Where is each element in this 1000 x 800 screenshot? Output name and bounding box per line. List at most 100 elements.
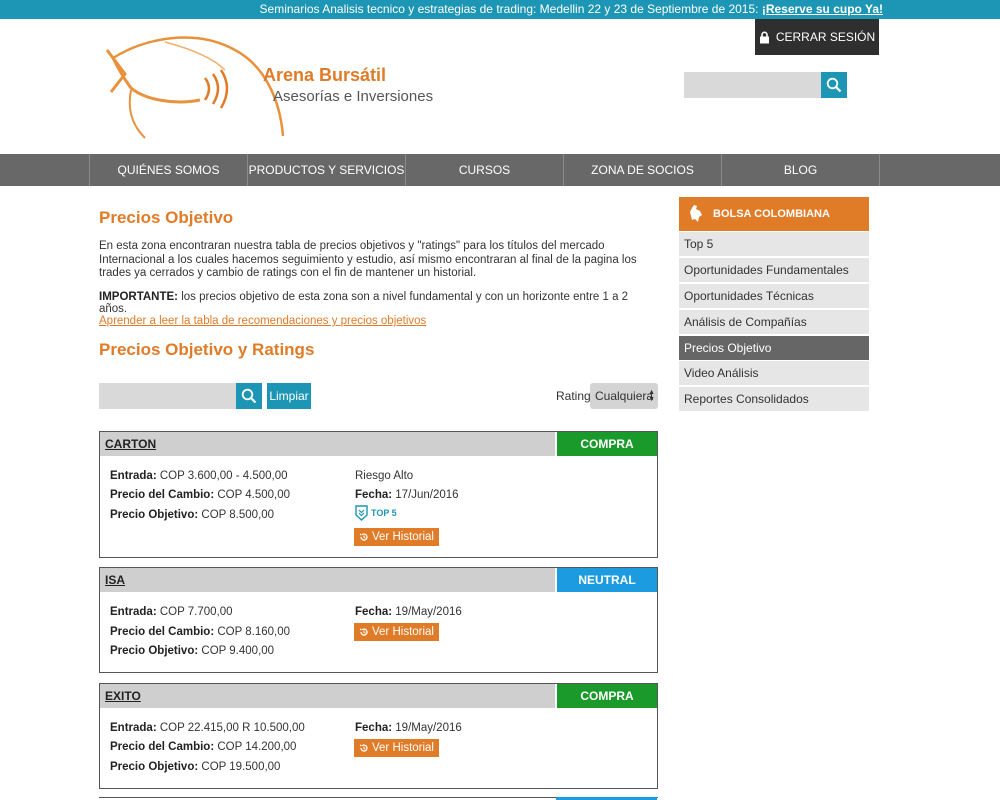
precio-cambio-value: COP 4.500,00 — [214, 489, 291, 501]
precio-objetivo-label: Precio Objetivo: — [110, 645, 199, 657]
stock-card: EXITO COMPRA Entrada: COP 22.415,00 R 10… — [99, 683, 658, 789]
precio-objetivo-value: COP 8.500,00 — [198, 509, 275, 521]
ticker-search-input[interactable] — [99, 383, 236, 409]
entrada-label: Entrada: — [110, 722, 157, 734]
select-arrows-icon: ▲ ▼ — [648, 389, 655, 403]
entrada-label: Entrada: — [110, 606, 157, 618]
nav-item-blog[interactable]: BLOG — [721, 154, 879, 186]
important-text: los precios objetivo de esta zona son a … — [99, 291, 629, 315]
fecha-label: Fecha: — [355, 489, 393, 501]
sidebar-item-oportunidades-tecnicas[interactable]: Oportunidades Técnicas — [679, 284, 869, 308]
nav-item-zona-socios[interactable]: ZONA DE SOCIOS — [563, 154, 721, 186]
entrada-row: Entrada: COP 7.700,00 — [110, 606, 233, 618]
important-note: IMPORTANTE: los precios objetivo de esta… — [99, 291, 659, 315]
riesgo-text: Riesgo Alto — [355, 470, 414, 482]
brand-name: Arena Bursátil — [263, 65, 387, 85]
stock-card: ISA NEUTRAL Entrada: COP 7.700,00 Precio… — [99, 567, 658, 673]
card-header: EXITO COMPRA — [100, 684, 657, 708]
sidebar-item-top5[interactable]: Top 5 — [679, 232, 869, 256]
header-search-button[interactable] — [821, 72, 847, 98]
search-icon — [241, 388, 257, 404]
rating-label: Rating: — [556, 389, 595, 403]
sidebar-item-analisis-companias[interactable]: Análisis de Compañías — [679, 310, 869, 334]
ver-historial-label: Ver Historial — [372, 742, 434, 754]
card-ticker[interactable]: EXITO — [100, 684, 555, 708]
precio-objetivo-value: COP 19.500,00 — [198, 761, 281, 773]
nav-item-productos-servicios[interactable]: PRODUCTOS Y SERVICIOS — [247, 154, 405, 186]
nav-item-quienes-somos[interactable]: QUIÉNES SOMOS — [89, 154, 247, 186]
announcement-text: Seminarios Analisis tecnico y estrategia… — [260, 0, 883, 19]
learn-table-link[interactable]: Aprender a leer la tabla de recomendacio… — [99, 315, 426, 327]
rating-select-value: Cualquiera — [595, 389, 654, 403]
reserve-link[interactable]: ¡Reserve su cupo Ya! — [762, 2, 883, 16]
sidebar-header-label: BOLSA COLOMBIANA — [713, 208, 830, 220]
stock-card: CARTON COMPRA Entrada: COP 3.600,00 - 4.… — [99, 431, 658, 558]
rating-badge: COMPRA — [557, 684, 657, 708]
fecha-label: Fecha: — [355, 722, 393, 734]
precio-cambio-label: Precio del Cambio: — [110, 741, 215, 753]
header-search-input[interactable] — [684, 72, 821, 98]
fecha-row: Fecha: 17/Jun/2016 — [355, 489, 459, 501]
ver-historial-button[interactable]: Ver Historial — [354, 739, 439, 757]
history-icon — [359, 744, 368, 752]
history-icon — [359, 533, 368, 541]
announcement-message: Seminarios Analisis tecnico y estrategia… — [259, 2, 762, 16]
entrada-row: Entrada: COP 3.600,00 - 4.500,00 — [110, 470, 288, 482]
sidebar-item-video-analisis[interactable]: Video Análisis — [679, 361, 869, 385]
precio-objetivo-label: Precio Objetivo: — [110, 509, 199, 521]
logout-button[interactable]: CERRAR SESIÓN — [755, 19, 879, 55]
precio-cambio-value: COP 8.160,00 — [214, 626, 291, 638]
fecha-value: 19/May/2016 — [392, 606, 462, 618]
top5-label: TOP 5 — [371, 508, 397, 518]
card-ticker[interactable]: CARTON — [100, 432, 555, 456]
nav-item-cursos[interactable]: CURSOS — [405, 154, 563, 186]
announcement-bar: Seminarios Analisis tecnico y estrategia… — [0, 0, 1000, 19]
fecha-row: Fecha: 19/May/2016 — [355, 722, 462, 734]
fecha-value: 19/May/2016 — [392, 722, 462, 734]
card-ticker[interactable]: ISA — [100, 568, 555, 592]
precio-objetivo-row: Precio Objetivo: COP 9.400,00 — [110, 645, 274, 657]
fecha-row: Fecha: 19/May/2016 — [355, 606, 462, 618]
brand-tagline: Asesorías e Inversiones — [273, 88, 434, 105]
sidebar-item-oportunidades-fundamentales[interactable]: Oportunidades Fundamentales — [679, 258, 869, 282]
top5-shield-icon — [355, 505, 368, 521]
section-title: Precios Objetivo y Ratings — [99, 340, 315, 359]
ticker-search-button[interactable] — [236, 383, 262, 409]
entrada-value: COP 22.415,00 R 10.500,00 — [156, 722, 305, 734]
sidebar-header: BOLSA COLOMBIANA — [679, 197, 869, 231]
nav-divider — [879, 154, 880, 186]
ver-historial-label: Ver Historial — [372, 626, 434, 638]
precio-cambio-row: Precio del Cambio: COP 4.500,00 — [110, 489, 290, 501]
main-nav: QUIÉNES SOMOS PRODUCTOS Y SERVICIOS CURS… — [0, 154, 1000, 186]
clear-button[interactable]: Limpiar — [267, 383, 311, 409]
precio-objetivo-value: COP 9.400,00 — [198, 645, 275, 657]
precio-cambio-label: Precio del Cambio: — [110, 626, 215, 638]
fecha-label: Fecha: — [355, 606, 393, 618]
lock-icon — [759, 31, 769, 43]
precio-objetivo-row: Precio Objetivo: COP 19.500,00 — [110, 761, 280, 773]
page-title: Precios Objetivo — [99, 208, 234, 227]
precio-objetivo-row: Precio Objetivo: COP 8.500,00 — [110, 509, 274, 521]
ver-historial-button[interactable]: Ver Historial — [354, 623, 439, 641]
entrada-label: Entrada: — [110, 470, 157, 482]
logout-label: CERRAR SESIÓN — [775, 30, 876, 44]
ver-historial-label: Ver Historial — [372, 531, 434, 543]
ver-historial-button[interactable]: Ver Historial — [354, 528, 439, 546]
history-icon — [359, 628, 368, 636]
card-header: CARTON COMPRA — [100, 432, 657, 456]
rating-badge: NEUTRAL — [557, 568, 657, 592]
entrada-value: COP 3.600,00 - 4.500,00 — [156, 470, 288, 482]
sidebar-item-reportes-consolidados[interactable]: Reportes Consolidados — [679, 387, 869, 411]
rating-select[interactable]: Cualquiera ▲ ▼ — [590, 383, 658, 409]
top5-badge: TOP 5 — [355, 505, 397, 521]
entrada-row: Entrada: COP 22.415,00 R 10.500,00 — [110, 722, 305, 734]
precio-cambio-label: Precio del Cambio: — [110, 489, 215, 501]
precio-cambio-row: Precio del Cambio: COP 14.200,00 — [110, 741, 296, 753]
intro-paragraph: En esta zona encontraran nuestra tabla d… — [99, 240, 637, 279]
precio-cambio-row: Precio del Cambio: COP 8.160,00 — [110, 626, 290, 638]
card-header: ISA NEUTRAL — [100, 568, 657, 592]
precio-objetivo-label: Precio Objetivo: — [110, 761, 199, 773]
sidebar-item-precios-objetivo[interactable]: Precios Objetivo — [679, 336, 869, 360]
precio-cambio-value: COP 14.200,00 — [214, 741, 297, 753]
entrada-value: COP 7.700,00 — [156, 606, 233, 618]
